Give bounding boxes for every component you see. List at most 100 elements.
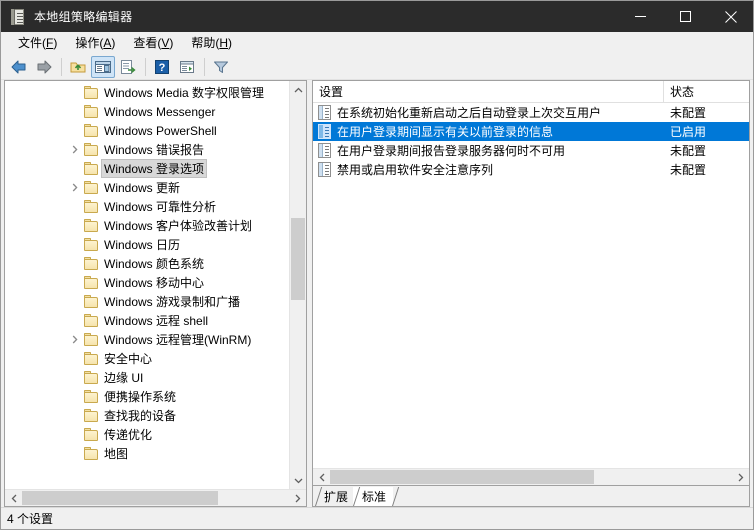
- tree-item[interactable]: 查找我的设备: [5, 406, 289, 425]
- list-horizontal-scrollbar[interactable]: [313, 468, 749, 485]
- help-button[interactable]: ?: [150, 56, 174, 78]
- tree-item[interactable]: Windows Messenger: [5, 102, 289, 121]
- tree-item[interactable]: Windows Media 数字权限管理: [5, 83, 289, 102]
- tree-item[interactable]: Windows 客户体验改善计划: [5, 216, 289, 235]
- tree-item[interactable]: Windows 远程管理(WinRM): [5, 330, 289, 349]
- folder-icon: [83, 256, 99, 271]
- tree-item[interactable]: 地图: [5, 444, 289, 463]
- table-row[interactable]: 在系统初始化重新启动之后自动登录上次交互用户 未配置: [313, 103, 749, 122]
- close-button[interactable]: [708, 1, 753, 32]
- tab-standard[interactable]: 标准: [353, 487, 394, 506]
- filter-button[interactable]: [209, 56, 233, 78]
- tree-item[interactable]: Windows PowerShell: [5, 121, 289, 140]
- tree-item-label: Windows Messenger: [104, 104, 216, 119]
- settings-list[interactable]: 设置 状态 在系统初始化重新启动之后自动登录上次交互用户 未配置 在用户登录期间显示…: [313, 81, 749, 468]
- folder-icon: [83, 85, 99, 100]
- folder-icon: [83, 180, 99, 195]
- tree-horizontal-scrollbar[interactable]: [5, 489, 306, 506]
- tree-item-label: 边缘 UI: [104, 371, 144, 385]
- tree-expand-chevron-icon[interactable]: [67, 335, 83, 344]
- menu-file[interactable]: 文件(F): [9, 32, 66, 53]
- chevron-left-icon: [319, 473, 324, 481]
- list-hscroll-thumb[interactable]: [330, 470, 594, 484]
- chevron-down-icon: [294, 478, 302, 483]
- folder-icon: [83, 427, 99, 442]
- tree-item[interactable]: Windows 颜色系统: [5, 254, 289, 273]
- list-hscroll-right-button[interactable]: [732, 469, 749, 485]
- tree-item[interactable]: Windows 移动中心: [5, 273, 289, 292]
- folder-icon: [83, 142, 99, 157]
- folder-icon: [83, 218, 99, 233]
- tree-item-label: 便携操作系统: [104, 390, 177, 404]
- tree-item-label: Windows 可靠性分析: [104, 200, 217, 214]
- show-hide-tree-icon: [95, 60, 111, 73]
- tree-scroll-up-button[interactable]: [290, 81, 306, 98]
- tree-item-label: 地图: [104, 447, 129, 461]
- tree-scroll-thumb[interactable]: [291, 218, 305, 300]
- folder-icon: [83, 161, 99, 176]
- toolbar-separator-2: [145, 57, 146, 76]
- tree-item-label: 查找我的设备: [104, 409, 177, 423]
- table-row[interactable]: 在用户登录期间报告登录服务器何时不可用 未配置: [313, 141, 749, 160]
- chevron-right-icon: [738, 473, 743, 481]
- menu-action[interactable]: 操作(A): [66, 32, 124, 53]
- tree-hscroll-thumb[interactable]: [22, 491, 218, 505]
- title-bar[interactable]: 本地组策略编辑器: [1, 1, 753, 32]
- folder-icon: [83, 313, 99, 328]
- tree-item[interactable]: Windows 错误报告: [5, 140, 289, 159]
- tree-item[interactable]: 传递优化: [5, 425, 289, 444]
- maximize-button[interactable]: [663, 1, 708, 32]
- show-hide-tree-button[interactable]: [91, 55, 115, 78]
- tree-expand-chevron-icon[interactable]: [67, 145, 83, 154]
- tree-item[interactable]: Windows 可靠性分析: [5, 197, 289, 216]
- tree-item[interactable]: 安全中心: [5, 349, 289, 368]
- tree-item-label: Windows PowerShell: [104, 123, 217, 138]
- tree-scroll-down-button[interactable]: [290, 472, 306, 489]
- properties-button[interactable]: [175, 56, 199, 78]
- export-list-button[interactable]: [116, 56, 140, 78]
- tree-item-label: 传递优化: [104, 428, 153, 442]
- minimize-button[interactable]: [618, 1, 663, 32]
- setting-state: 未配置: [670, 106, 707, 120]
- column-header-state[interactable]: 状态: [664, 81, 749, 102]
- tree-vertical-scrollbar[interactable]: [289, 81, 306, 489]
- tree-item-label: Windows 远程 shell: [104, 314, 209, 328]
- menu-help[interactable]: 帮助(H): [182, 32, 241, 53]
- folder-icon: [83, 237, 99, 252]
- setting-state: 未配置: [670, 163, 707, 177]
- tree-item-label: 安全中心: [104, 352, 153, 366]
- folder-icon: [83, 199, 99, 214]
- up-folder-button[interactable]: [66, 56, 90, 78]
- back-button[interactable]: [7, 56, 31, 78]
- tree-item[interactable]: 便携操作系统: [5, 387, 289, 406]
- settings-pane: 设置 状态 在系统初始化重新启动之后自动登录上次交互用户 未配置 在用户登录期间显示…: [312, 80, 750, 507]
- tree-hscroll-right-button[interactable]: [289, 490, 306, 506]
- tree-item[interactable]: Windows 游戏录制和广播: [5, 292, 289, 311]
- menu-view[interactable]: 查看(V): [124, 32, 182, 53]
- forward-button[interactable]: [32, 56, 56, 78]
- list-hscroll-track[interactable]: [330, 469, 732, 485]
- status-bar: 4 个设置: [1, 507, 753, 529]
- column-header-setting[interactable]: 设置: [313, 81, 664, 102]
- list-hscroll-left-button[interactable]: [313, 469, 330, 485]
- tree-item[interactable]: Windows 登录选项: [5, 159, 289, 178]
- tree-item-label: Windows Media 数字权限管理: [104, 86, 265, 100]
- setting-name: 在系统初始化重新启动之后自动登录上次交互用户: [337, 106, 602, 120]
- tree-item-label: Windows 日历: [104, 238, 181, 252]
- filter-icon: [214, 61, 228, 73]
- tree-item[interactable]: 边缘 UI: [5, 368, 289, 387]
- properties-icon: [180, 60, 194, 73]
- table-row[interactable]: 禁用或启用软件安全注意序列 未配置: [313, 160, 749, 179]
- table-row[interactable]: 在用户登录期间显示有关以前登录的信息 已启用: [313, 122, 749, 141]
- tree-hscroll-track[interactable]: [22, 490, 289, 506]
- tree-hscroll-left-button[interactable]: [5, 490, 22, 506]
- policy-tree[interactable]: Windows Media 数字权限管理 Windows Messenger Win…: [5, 81, 289, 489]
- tab-extended[interactable]: 扩展: [315, 487, 356, 506]
- folder-icon: [83, 446, 99, 461]
- folder-icon: [83, 351, 99, 366]
- tree-expand-chevron-icon[interactable]: [67, 183, 83, 192]
- tree-item[interactable]: Windows 远程 shell: [5, 311, 289, 330]
- tree-scroll-track[interactable]: [290, 98, 306, 472]
- tree-item[interactable]: Windows 日历: [5, 235, 289, 254]
- tree-item[interactable]: Windows 更新: [5, 178, 289, 197]
